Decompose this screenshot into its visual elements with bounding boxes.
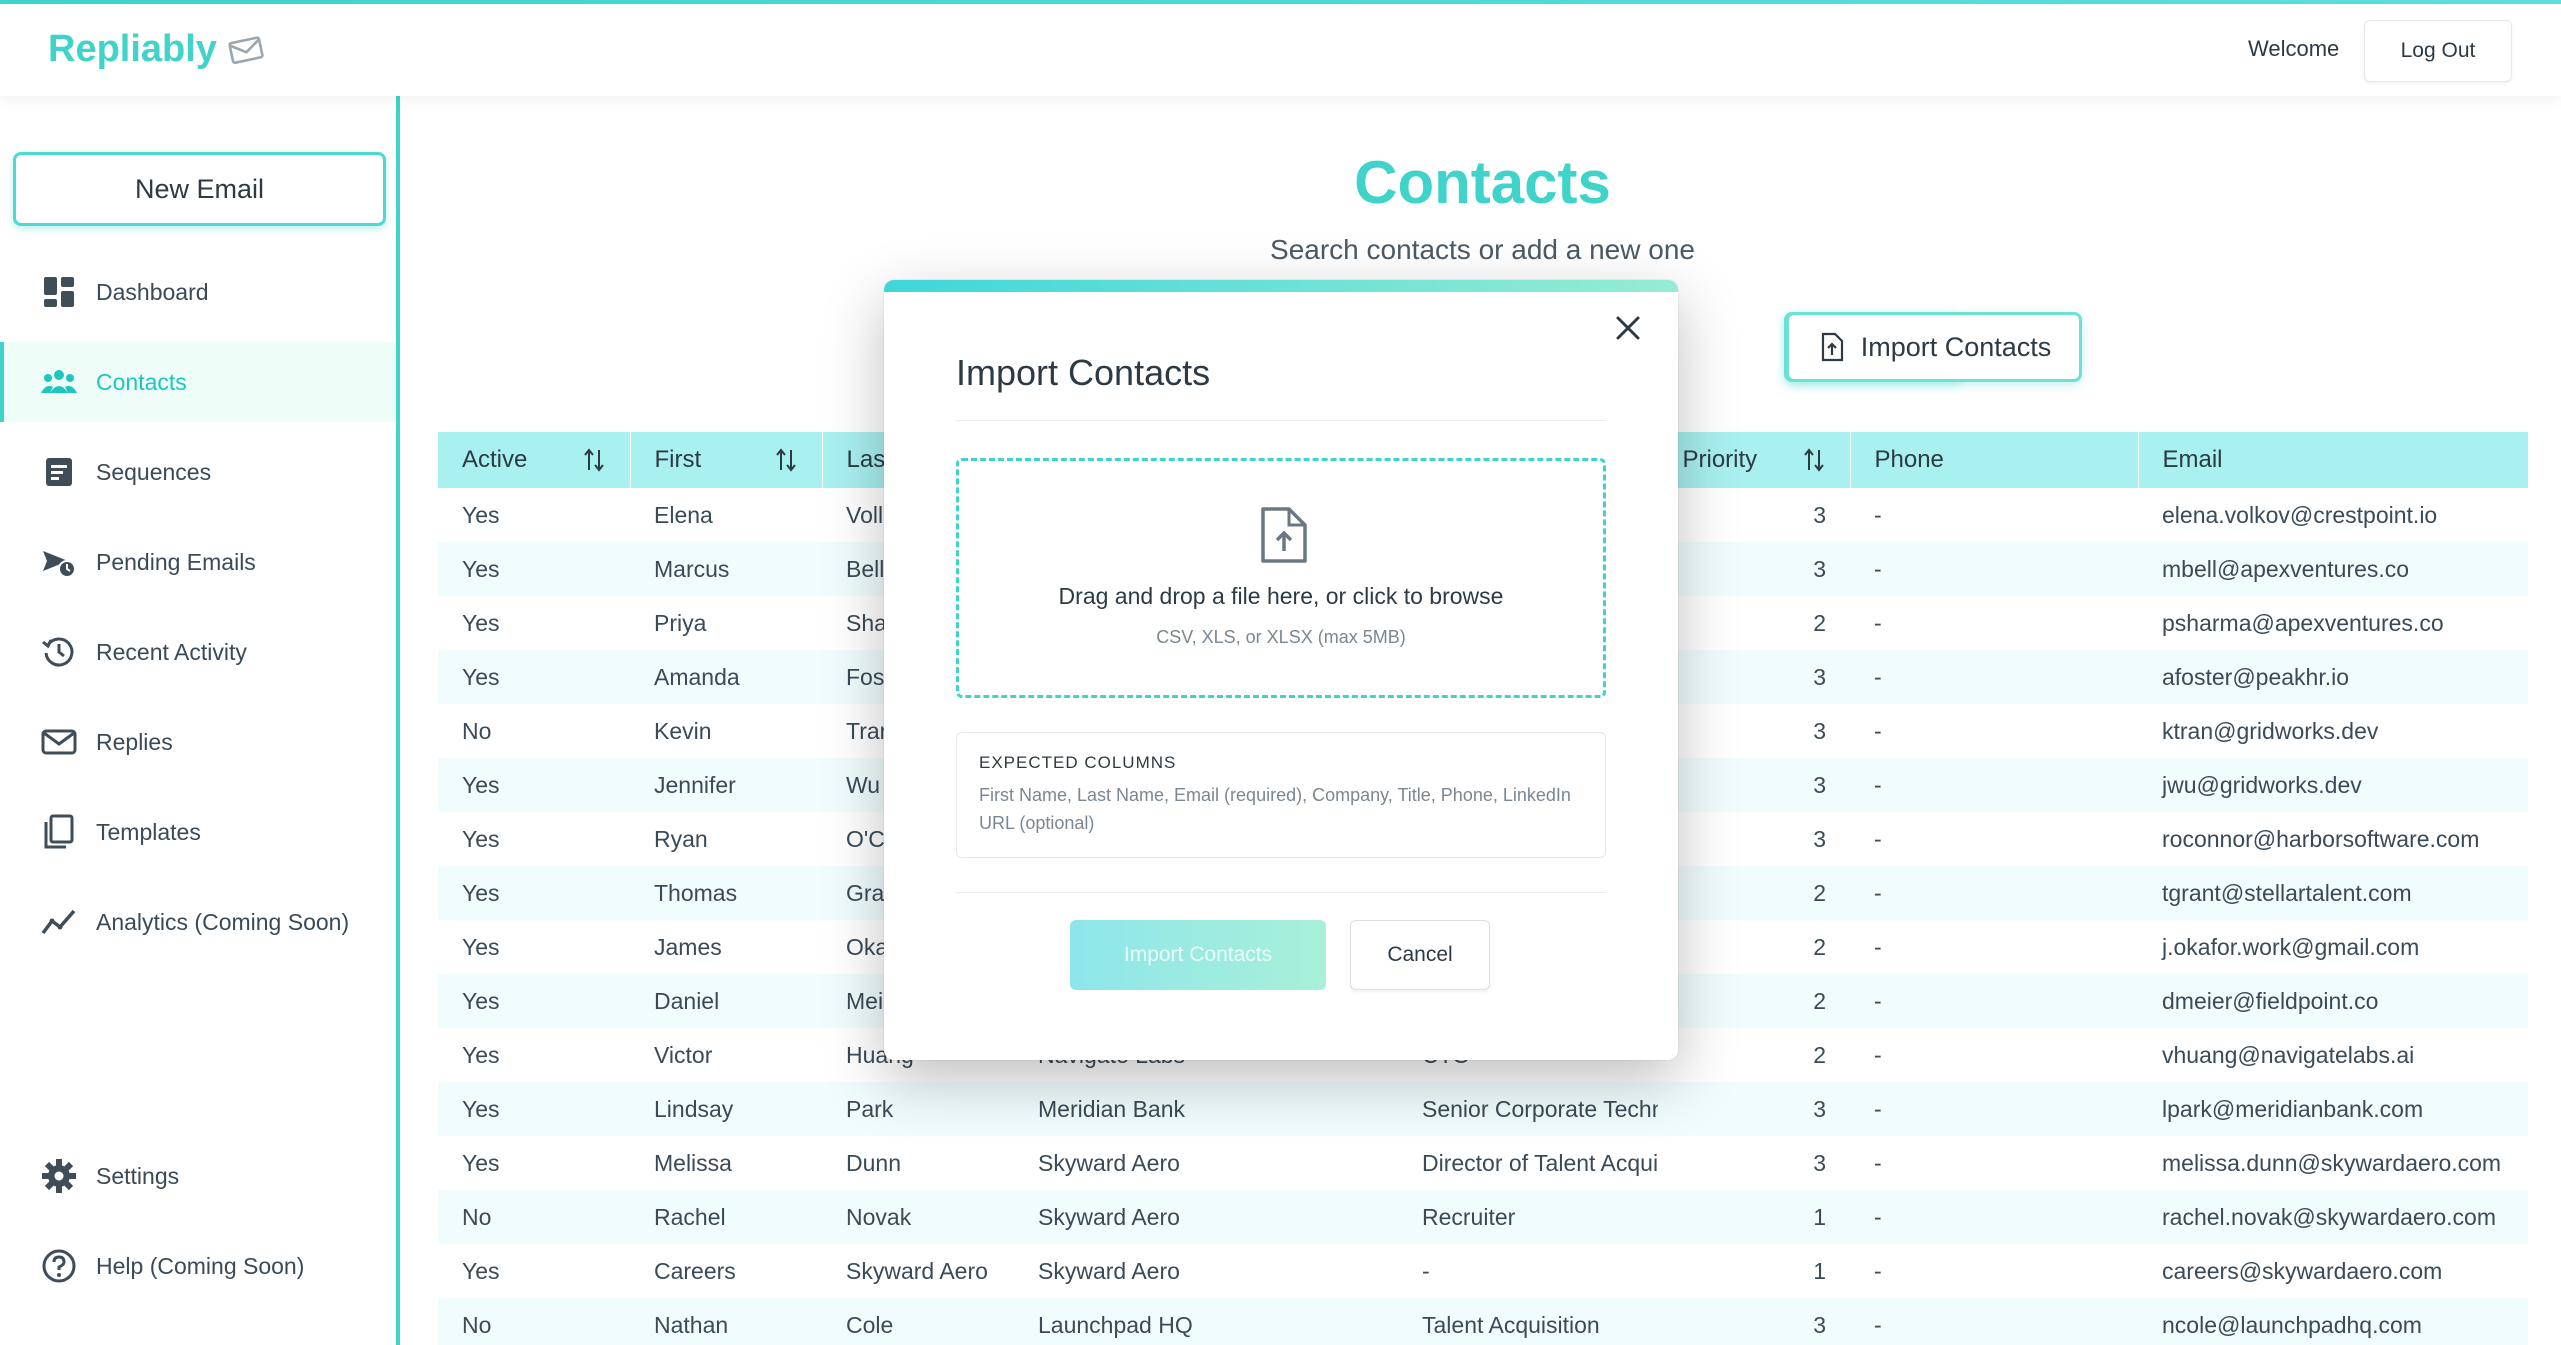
sidebar-item-label: Settings — [96, 1162, 180, 1189]
sidebar-item-label: Pending Emails — [96, 548, 256, 575]
sidebar-item-label: Help (Coming Soon) — [96, 1252, 305, 1279]
sidebar-item-label: Templates — [96, 818, 201, 845]
app-name: Repliably — [48, 28, 217, 70]
sidebar-item-label: Contacts — [96, 368, 187, 395]
sidebar-item-dashboard[interactable]: Dashboard — [0, 252, 396, 332]
dashboard-icon — [44, 277, 74, 307]
sidebar-item-settings[interactable]: Settings — [0, 1136, 396, 1216]
chart-line-icon — [41, 909, 76, 935]
envelope-icon — [41, 729, 77, 755]
import-contacts-modal: Import Contacts Drag and drop a file her… — [884, 280, 1678, 1060]
sequences-icon — [46, 458, 72, 486]
help-icon — [42, 1249, 76, 1283]
new-email-button[interactable]: New Email — [13, 152, 386, 226]
expected-columns-box: EXPECTED COLUMNS First Name, Last Name, … — [956, 732, 1606, 858]
sidebar-item-help[interactable]: Help (Coming Soon) — [0, 1226, 396, 1306]
top-header: Repliably Welcome Log Out — [0, 4, 2561, 96]
sidebar-item-recent-activity[interactable]: Recent Activity — [0, 612, 396, 692]
sidebar-item-label: Replies — [96, 728, 173, 755]
copy-icon — [44, 814, 74, 849]
modal-accent-bar — [884, 280, 1678, 292]
modal-divider — [956, 420, 1606, 421]
sidebar-item-label: Recent Activity — [96, 638, 247, 665]
sidebar-item-templates[interactable]: Templates — [0, 792, 396, 872]
file-dropzone[interactable]: Drag and drop a file here, or click to b… — [956, 458, 1606, 698]
sidebar-item-sequences[interactable]: Sequences — [0, 432, 396, 512]
envelope-logo-icon — [228, 35, 264, 64]
sidebar-item-label: Sequences — [96, 458, 212, 485]
modal-title: Import Contacts — [956, 352, 1211, 393]
expected-columns-text: First Name, Last Name, Email (required),… — [979, 785, 1571, 833]
sidebar-item-replies[interactable]: Replies — [0, 702, 396, 782]
sidebar: New Email Dashboard Contacts Sequences P… — [0, 96, 400, 1345]
app-logo[interactable]: Repliably — [48, 28, 267, 71]
logout-button[interactable]: Log Out — [2364, 20, 2512, 82]
dropzone-text: Drag and drop a file here, or click to b… — [1058, 583, 1504, 609]
history-icon — [42, 637, 74, 667]
file-upload-icon — [1261, 507, 1307, 563]
cancel-button[interactable]: Cancel — [1350, 920, 1490, 990]
expected-columns-title: EXPECTED COLUMNS — [979, 753, 1177, 772]
sidebar-item-contacts[interactable]: Contacts — [0, 342, 396, 422]
sidebar-item-label: Dashboard — [96, 278, 209, 305]
modal-footer-divider — [956, 892, 1606, 893]
import-contacts-submit-button[interactable]: Import Contacts — [1070, 920, 1326, 990]
dropzone-hint: CSV, XLS, or XLSX (max 5MB) — [1156, 627, 1406, 647]
sidebar-item-label: Analytics (Coming Soon) — [96, 908, 350, 935]
sidebar-item-pending-emails[interactable]: Pending Emails — [0, 522, 396, 602]
users-icon — [41, 370, 77, 393]
close-icon[interactable] — [1610, 310, 1646, 346]
pending-send-icon — [43, 551, 76, 578]
gear-icon — [42, 1159, 76, 1193]
welcome-text: Welcome — [2248, 36, 2340, 61]
sidebar-item-analytics[interactable]: Analytics (Coming Soon) — [0, 882, 396, 962]
